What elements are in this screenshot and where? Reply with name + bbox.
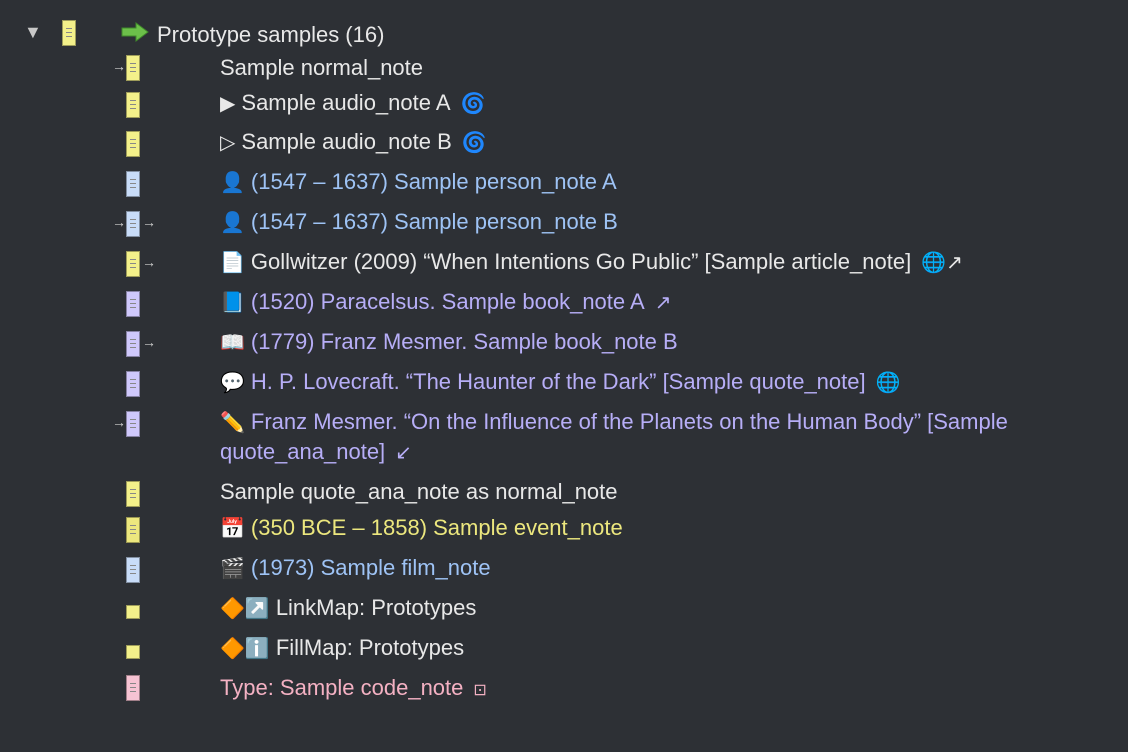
note-title[interactable]: ▶ Sample audio_note A 🌀 (220, 88, 485, 119)
outline-row[interactable]: ▷ Sample audio_note B 🌀 (0, 127, 1128, 159)
note-title[interactable]: 📄 Gollwitzer (2009) “When Intentions Go P… (220, 247, 963, 278)
outline-row[interactable]: 🎬 (1973) Sample film_note (0, 553, 1128, 585)
outbound-arrow-icon[interactable]: ↗ (655, 288, 672, 318)
note-icon[interactable] (126, 55, 140, 81)
note-title[interactable]: 📖 (1779) Franz Mesmer. Sample book_note B (220, 327, 678, 358)
green-right-arrow-icon (120, 21, 150, 49)
code-frame-icon: ⊡ (473, 682, 487, 699)
note-title[interactable]: ✏️ Franz Mesmer. “On the Influence of the… (220, 407, 1008, 438)
spiral-icon: 🌀 (461, 132, 487, 154)
inbound-link-icon: → (112, 214, 126, 230)
outbound-link-icon: → (142, 214, 156, 230)
outline-row[interactable]: → → 👤 (1547 – 1637) Sample person_note B (0, 207, 1128, 239)
note-title[interactable]: 🔶ℹ️ FillMap: Prototypes (220, 633, 464, 664)
note-icon[interactable] (126, 331, 140, 357)
note-icon[interactable] (126, 675, 140, 701)
note-icon[interactable] (126, 251, 140, 277)
note-title[interactable]: Type: Sample code_note ⊡ (220, 673, 487, 706)
note-title[interactable]: Sample normal_note (220, 53, 423, 83)
note-icon[interactable] (126, 481, 140, 507)
note-label: (1973) Sample film_note (250, 555, 491, 580)
outline-row[interactable]: 💬 H. P. Lovecraft. “The Haunter of the Da… (0, 367, 1128, 399)
note-label: (1547 – 1637) Sample person_note B (250, 209, 618, 234)
note-label: H. P. Lovecraft. “The Haunter of the Dar… (250, 369, 866, 394)
note-icon[interactable] (126, 517, 140, 543)
note-icon[interactable] (126, 92, 140, 118)
play-outline-icon[interactable]: ▷ (220, 128, 235, 158)
note-label: Sample audio_note A (241, 90, 451, 115)
note-label: quote_ana_note] (220, 439, 386, 464)
note-title[interactable]: 🔶↗️ LinkMap: Prototypes (220, 593, 476, 624)
pencil-icon: ✏️ (220, 412, 245, 434)
note-title[interactable]: 📘 (1520) Paracelsus. Sample book_note A ↗ (220, 287, 671, 318)
outline-row[interactable]: → 📄 Gollwitzer (2009) “When Intentions Go… (0, 247, 1128, 279)
root-title: Prototype samples (16) (157, 22, 385, 47)
note-icon[interactable] (126, 291, 140, 317)
note-label: LinkMap: Prototypes (275, 595, 477, 620)
note-icon[interactable] (62, 20, 76, 46)
diamond-link-icon: 🔶↗️ (220, 598, 270, 620)
note-title[interactable]: 👤 (1547 – 1637) Sample person_note B (220, 207, 618, 238)
note-icon[interactable] (126, 645, 140, 659)
outline-row[interactable]: → 📖 (1779) Franz Mesmer. Sample book_note… (0, 327, 1128, 359)
disclosure-triangle-icon[interactable]: ▼ (24, 22, 42, 43)
outbound-link-icon: → (142, 254, 156, 270)
person-icon: 👤 (220, 212, 245, 234)
inbound-arrow-icon[interactable]: ↙ (395, 438, 412, 468)
note-title[interactable]: 👤 (1547 – 1637) Sample person_note A (220, 167, 617, 198)
play-icon[interactable]: ▶ (220, 89, 235, 119)
inbound-link-icon: → (112, 414, 126, 430)
note-label: Gollwitzer (2009) “When Intentions Go Pu… (250, 249, 912, 274)
note-label: Type: Sample code_note (220, 675, 464, 700)
outline-row[interactable]: 🔶ℹ️ FillMap: Prototypes (0, 633, 1128, 665)
note-label: Sample normal_note (220, 55, 424, 80)
note-label: (1547 – 1637) Sample person_note A (250, 169, 617, 194)
globe-link-icon[interactable]: 🌐↗ (921, 248, 963, 278)
note-label: (350 BCE – 1858) Sample event_note (250, 515, 623, 540)
outline-root-row[interactable]: ▼ Prototype samples (16) (0, 18, 1128, 52)
note-icon[interactable] (126, 371, 140, 397)
diamond-info-icon: 🔶ℹ️ (220, 638, 270, 660)
note-icon[interactable] (126, 171, 140, 197)
note-title[interactable]: 🎬 (1973) Sample film_note (220, 553, 491, 584)
note-title[interactable]: 📅 (350 BCE – 1858) Sample event_note (220, 513, 623, 544)
outline-row[interactable]: → Sample normal_note (0, 53, 1128, 85)
blue-book-icon: 📘 (220, 292, 245, 314)
clapperboard-icon: 🎬 (220, 558, 245, 580)
note-icon[interactable] (126, 557, 140, 583)
outline-row[interactable]: → ✏️ Franz Mesmer. “On the Influence of t… (0, 407, 1128, 471)
outline-row[interactable]: 👤 (1547 – 1637) Sample person_note A (0, 167, 1128, 199)
outbound-link-icon: → (142, 334, 156, 350)
note-label: (1520) Paracelsus. Sample book_note A (250, 289, 645, 314)
note-icon[interactable] (126, 411, 140, 437)
globe-icon[interactable]: 🌐 (876, 368, 901, 398)
note-title[interactable]: 💬 H. P. Lovecraft. “The Haunter of the Da… (220, 367, 901, 398)
document-icon: 📄 (220, 252, 245, 274)
spiral-icon: 🌀 (460, 93, 486, 115)
outline-row[interactable]: Type: Sample code_note ⊡ (0, 673, 1128, 705)
open-book-icon: 📖 (220, 332, 245, 354)
note-title[interactable]: ▷ Sample audio_note B 🌀 (220, 127, 487, 158)
note-label: Franz Mesmer. “On the Influence of the P… (250, 409, 1008, 434)
note-label: (1779) Franz Mesmer. Sample book_note B (250, 329, 678, 354)
note-title[interactable]: Sample quote_ana_note as normal_note (220, 477, 618, 507)
outline-row[interactable]: 📅 (350 BCE – 1858) Sample event_note (0, 513, 1128, 545)
note-icon[interactable] (126, 605, 140, 619)
outline-row[interactable]: 📘 (1520) Paracelsus. Sample book_note A ↗ (0, 287, 1128, 319)
note-icon[interactable] (126, 211, 140, 237)
note-label: Sample quote_ana_note as normal_note (220, 479, 618, 504)
note-label: FillMap: Prototypes (275, 635, 465, 660)
note-label: Sample audio_note B (241, 129, 452, 154)
outline-row[interactable]: 🔶↗️ LinkMap: Prototypes (0, 593, 1128, 625)
outline-row[interactable]: ▶ Sample audio_note A 🌀 (0, 88, 1128, 120)
inbound-link-icon: → (112, 58, 126, 74)
note-icon[interactable] (126, 131, 140, 157)
speech-bubble-icon: 💬 (220, 372, 245, 394)
person-icon: 👤 (220, 172, 245, 194)
note-title-continuation[interactable]: quote_ana_note] ↙ (220, 437, 412, 468)
outline-row[interactable]: Sample quote_ana_note as normal_note (0, 477, 1128, 509)
calendar-icon: 📅 (220, 518, 245, 540)
